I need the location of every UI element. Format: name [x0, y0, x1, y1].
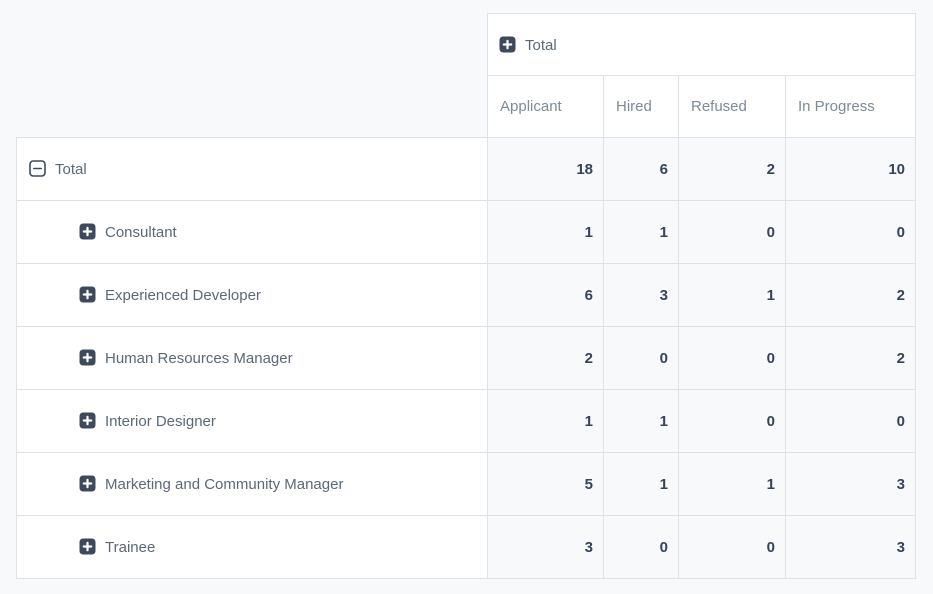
pivot-cell: 5 [488, 453, 604, 516]
table-row: Human Resources Manager 2 0 0 2 [17, 327, 916, 390]
pivot-cell: 1 [679, 264, 786, 327]
pivot-cell: 3 [786, 453, 916, 516]
row-label: Trainee [105, 539, 155, 556]
column-header-applicant[interactable]: Applicant [488, 76, 604, 138]
column-header-in-progress[interactable]: In Progress [786, 76, 916, 138]
table-row: Interior Designer 1 1 0 0 [17, 390, 916, 453]
pivot-cell: 0 [786, 390, 916, 453]
pivot-cell: 0 [679, 390, 786, 453]
row-header-trainee[interactable]: Trainee [17, 516, 488, 579]
pivot-cell: 0 [604, 516, 679, 579]
corner-cell [17, 14, 488, 138]
column-header-refused[interactable]: Refused [679, 76, 786, 138]
pivot-cell: 2 [786, 264, 916, 327]
pivot-cell: 10 [786, 138, 916, 201]
pivot-cell: 3 [488, 516, 604, 579]
row-header-consultant[interactable]: Consultant [17, 201, 488, 264]
table-row: Experienced Developer 6 3 1 2 [17, 264, 916, 327]
column-group-label: Total [525, 37, 557, 54]
row-header-marketing-and-community-manager[interactable]: Marketing and Community Manager [17, 453, 488, 516]
plus-square-icon [79, 349, 96, 366]
row-header-interior-designer[interactable]: Interior Designer [17, 390, 488, 453]
pivot-cell: 6 [604, 138, 679, 201]
pivot-cell: 0 [679, 327, 786, 390]
pivot-cell: 2 [488, 327, 604, 390]
row-header-human-resources-manager[interactable]: Human Resources Manager [17, 327, 488, 390]
table-row: Consultant 1 1 0 0 [17, 201, 916, 264]
row-label: Marketing and Community Manager [105, 476, 343, 493]
table-row: Trainee 3 0 0 3 [17, 516, 916, 579]
pivot-cell: 0 [604, 327, 679, 390]
table-row: Marketing and Community Manager 5 1 1 3 [17, 453, 916, 516]
pivot-cell: 3 [786, 516, 916, 579]
row-label: Consultant [105, 224, 177, 241]
pivot-cell: 3 [604, 264, 679, 327]
pivot-cell: 1 [679, 453, 786, 516]
pivot-cell: 1 [604, 390, 679, 453]
pivot-cell: 0 [786, 201, 916, 264]
pivot-cell: 0 [679, 201, 786, 264]
row-label: Interior Designer [105, 413, 216, 430]
row-header-total[interactable]: Total [17, 138, 488, 201]
pivot-cell: 1 [488, 390, 604, 453]
minus-square-icon [29, 160, 46, 177]
pivot-cell: 1 [488, 201, 604, 264]
column-header-hired[interactable]: Hired [604, 76, 679, 138]
pivot-cell: 1 [604, 201, 679, 264]
pivot-cell: 1 [604, 453, 679, 516]
row-label: Total [55, 161, 87, 178]
table-row: Total 18 6 2 10 [17, 138, 916, 201]
plus-square-icon [499, 36, 516, 53]
pivot-cell: 2 [679, 138, 786, 201]
column-group-header-total[interactable]: Total [488, 14, 916, 76]
pivot-cell: 0 [679, 516, 786, 579]
row-label: Experienced Developer [105, 287, 261, 304]
column-group-row: Total [17, 14, 916, 76]
row-label: Human Resources Manager [105, 350, 293, 367]
plus-square-icon [79, 538, 96, 555]
plus-square-icon [79, 475, 96, 492]
plus-square-icon [79, 286, 96, 303]
pivot-cell: 6 [488, 264, 604, 327]
row-header-experienced-developer[interactable]: Experienced Developer [17, 264, 488, 327]
pivot-table: Total Applicant Hired Refused In Progres… [16, 13, 916, 579]
plus-square-icon [79, 223, 96, 240]
pivot-cell: 2 [786, 327, 916, 390]
plus-square-icon [79, 412, 96, 429]
pivot-cell: 18 [488, 138, 604, 201]
